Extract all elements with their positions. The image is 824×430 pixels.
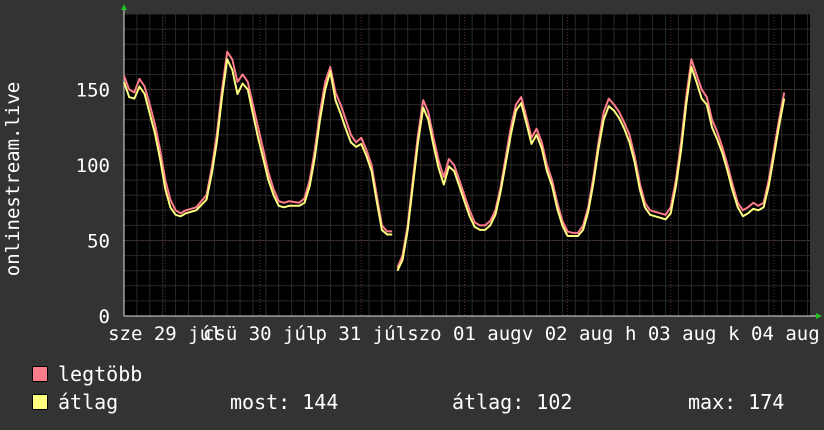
- x-tick-label: szo 01 aug: [407, 323, 521, 345]
- y-tick-label: 100: [76, 155, 110, 177]
- legend-swatch-max: [32, 366, 48, 382]
- x-tick-label: k 04 aug: [728, 323, 820, 345]
- x-tick-label: v 02 aug: [522, 323, 614, 345]
- x-axis-arrow-icon: [816, 313, 822, 319]
- y-axis-arrow-icon: [121, 4, 127, 10]
- legend-label-max: legtöbb: [58, 362, 143, 386]
- y-tick-label: 150: [76, 80, 110, 102]
- stat-average: átlag: 102: [452, 390, 573, 414]
- x-tick-label: csü 30 júl: [203, 323, 317, 345]
- legend-item-max: legtöbb: [32, 362, 142, 386]
- stat-now: most: 144: [230, 390, 339, 414]
- y-tick-label: 50: [87, 231, 110, 253]
- legend-label-avg: átlag: [58, 390, 119, 414]
- chart-frame: 0 50 100 150 sze 29 júl csü 30 júl p 31 júl szo…: [0, 0, 824, 430]
- legend-swatch-avg: [32, 394, 48, 410]
- x-tick-label: p 31 júl: [316, 323, 408, 345]
- stat-max: max: 174: [688, 390, 785, 414]
- y-axis-title: onlinestream.live: [2, 82, 24, 276]
- legend-item-avg: átlag: [32, 390, 118, 414]
- x-tick-label: h 03 aug: [625, 323, 717, 345]
